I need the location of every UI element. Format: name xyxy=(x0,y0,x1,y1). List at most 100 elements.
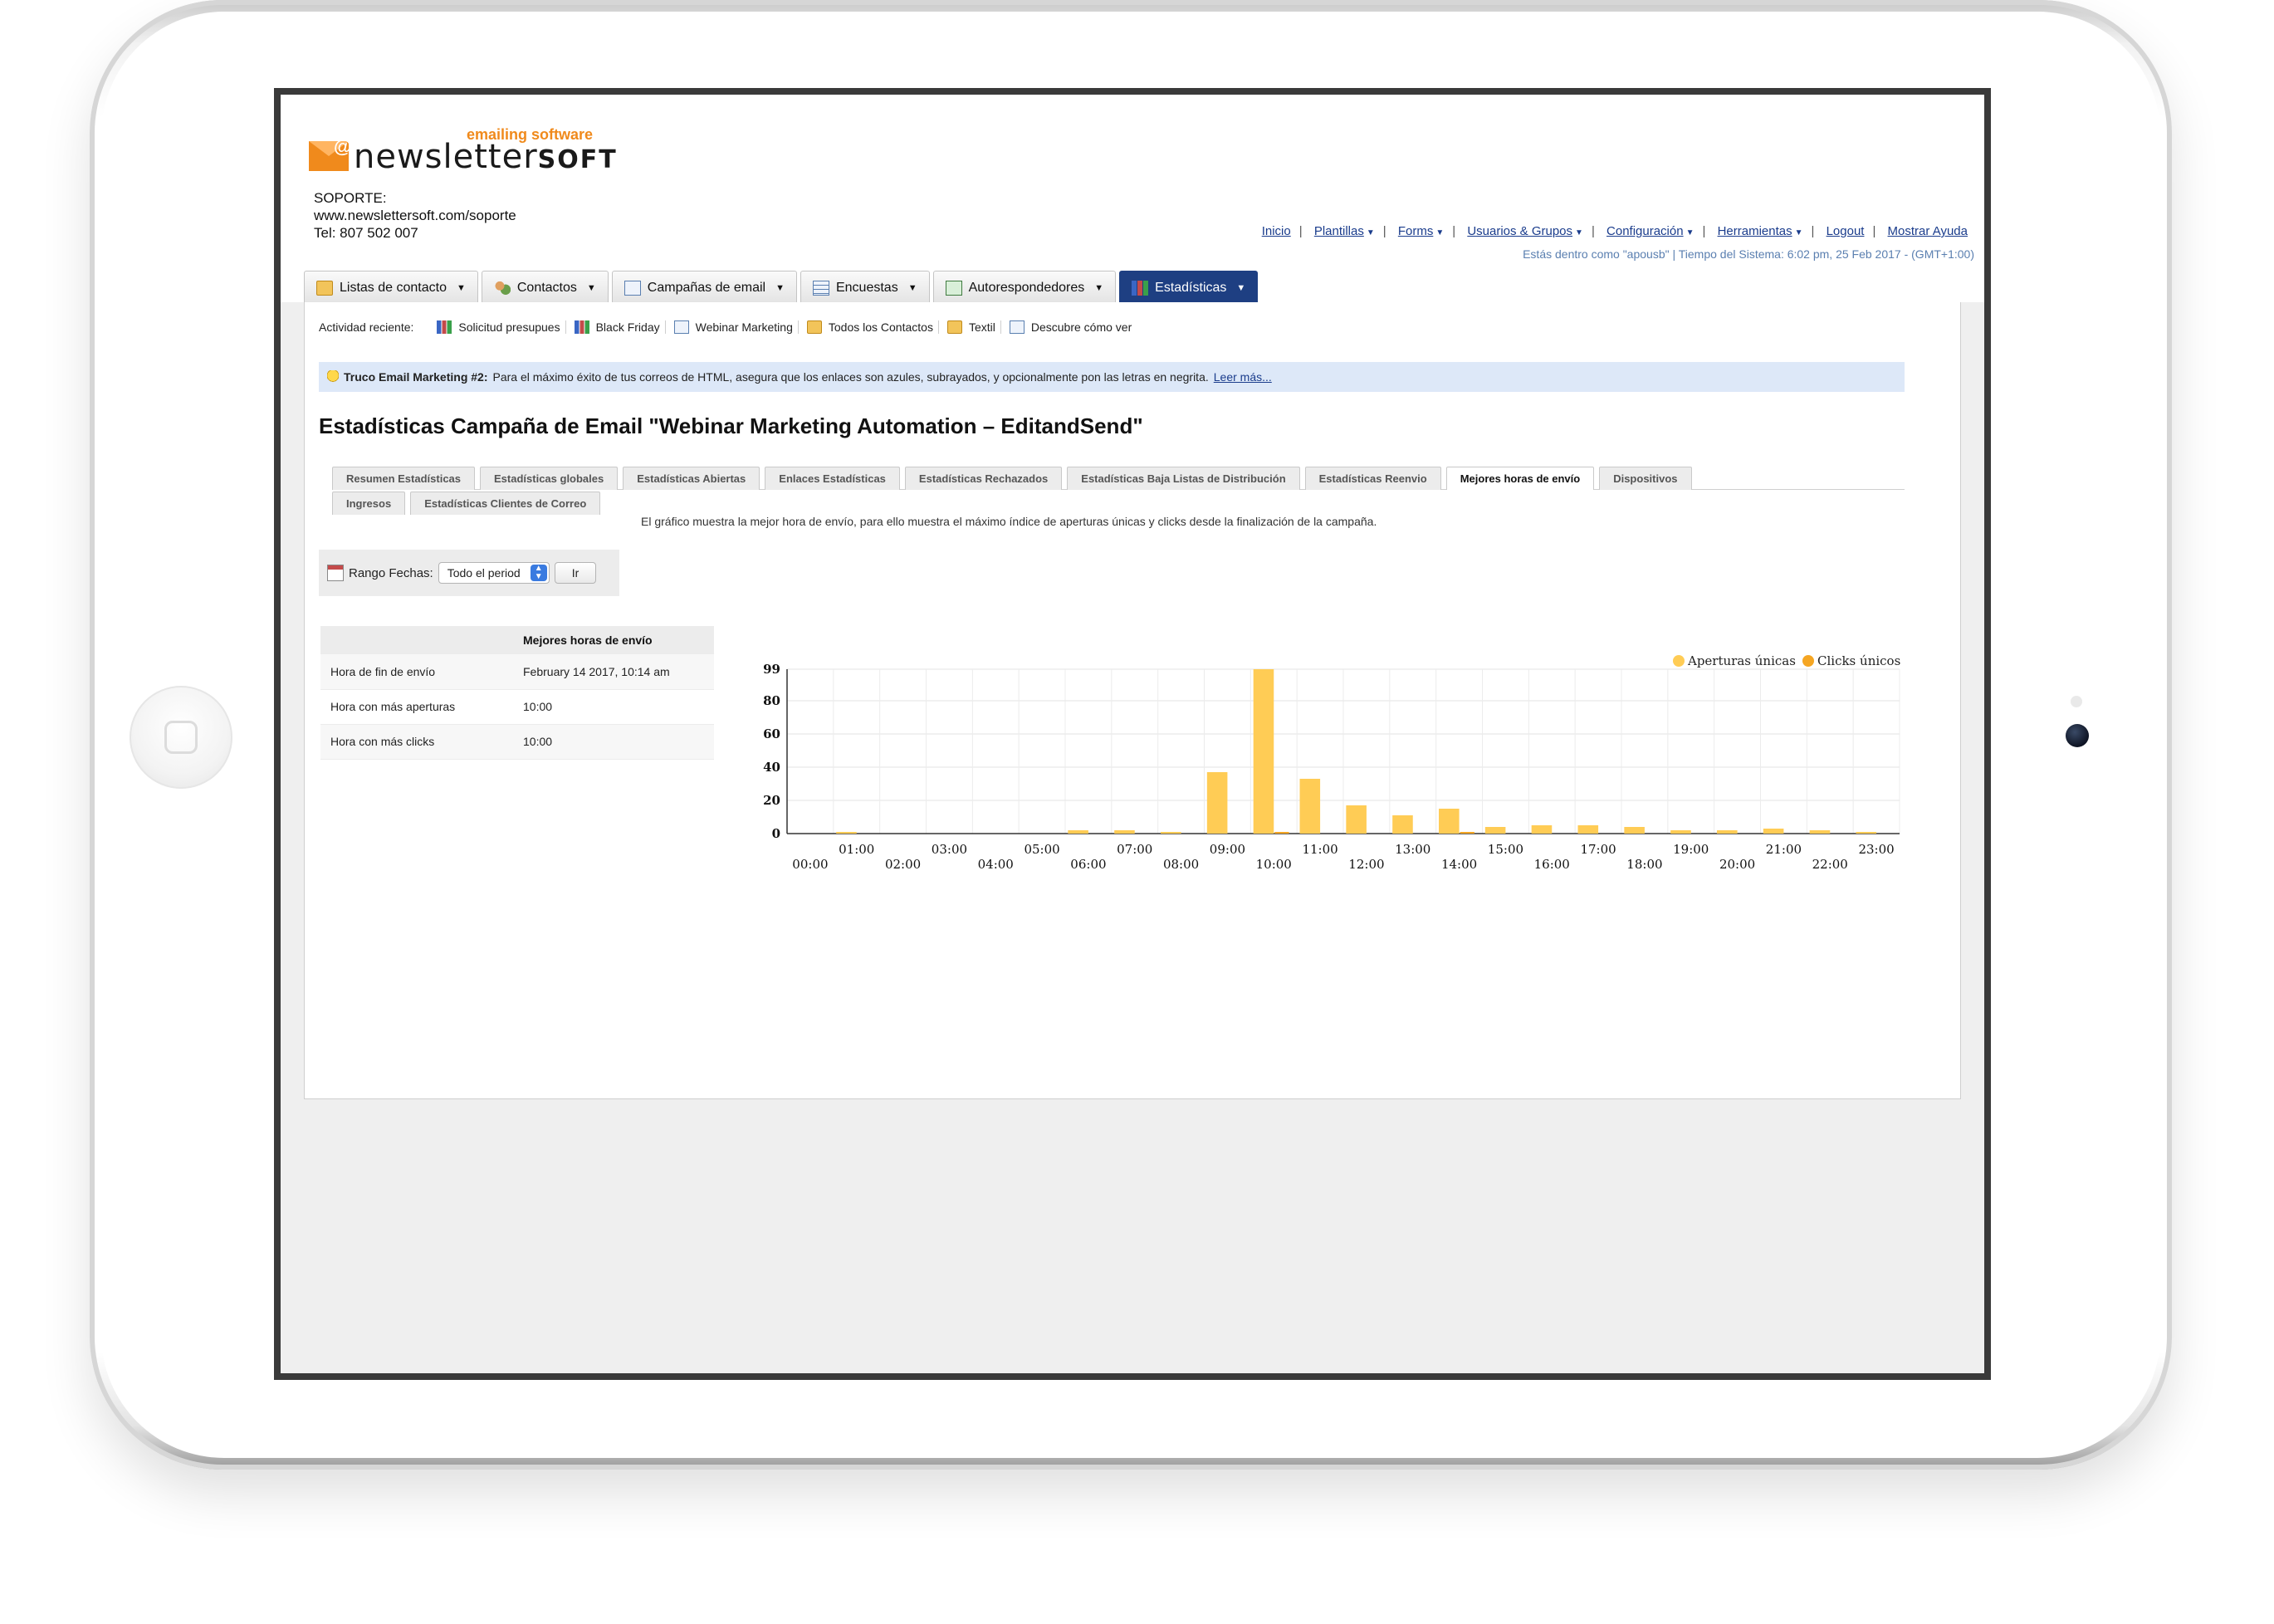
link-mostrar-ayuda[interactable]: Mostrar Ayuda xyxy=(1888,224,1968,238)
date-range-label: Rango Fechas: xyxy=(349,565,433,580)
chevron-down-icon: ▼ xyxy=(775,282,785,293)
camera-lens xyxy=(2066,724,2089,747)
y-tick-label: 20 xyxy=(763,793,780,808)
table-row: Hora de fin de envío February 14 2017, 1… xyxy=(320,654,714,690)
recent-item[interactable]: Todos los Contactos xyxy=(806,320,939,334)
stats-tabs: Resumen Estadísticas Estadísticas global… xyxy=(332,467,1905,515)
calendar-icon xyxy=(327,565,344,581)
stats-tabs-row: Resumen Estadísticas Estadísticas global… xyxy=(332,467,1905,490)
tab-estadisticas-clientes-de-correo[interactable]: Estadísticas Clientes de Correo xyxy=(410,492,601,515)
chevron-down-icon: ▼ xyxy=(1794,228,1803,237)
support-url[interactable]: www.newslettersoft.com/soporte xyxy=(314,207,516,224)
best-hours-bar-chart: 0 20 40 60 80 99 00:00 01:00 02:00 03:00 04:00 05:0… xyxy=(763,653,1900,872)
bar-aperturas-unicas xyxy=(1484,827,1506,834)
tab-resumen-estadisticas[interactable]: Resumen Estadísticas xyxy=(332,467,476,490)
tab-autorespondedores[interactable]: Autorespondedores ▼ xyxy=(932,271,1117,304)
bar-aperturas-unicas xyxy=(1299,779,1321,834)
link-inicio[interactable]: Inicio xyxy=(1262,224,1291,238)
link-configuracion[interactable]: Configuración xyxy=(1606,224,1684,238)
bar-aperturas-unicas xyxy=(1439,809,1460,834)
table-header: Mejores horas de envío xyxy=(513,626,714,654)
x-tick-label: 09:00 xyxy=(1210,842,1245,857)
tab-label: Campañas de email xyxy=(647,280,766,295)
recent-item-label: Descubre cómo ver xyxy=(1030,320,1132,334)
home-button[interactable] xyxy=(130,686,232,789)
recent-item-label: Webinar Marketing xyxy=(695,320,793,334)
tab-dispositivos[interactable]: Dispositivos xyxy=(1599,467,1692,490)
chart-description: El gráfico muestra la mejor hora de enví… xyxy=(641,515,1377,528)
x-tick-label: 06:00 xyxy=(1070,857,1106,872)
recent-item[interactable]: Solicitud presupues xyxy=(437,320,566,334)
tab-estadisticas-reenvio[interactable]: Estadísticas Reenvio xyxy=(1304,467,1441,490)
date-range-select[interactable]: Todo el period ▲ ▼ xyxy=(438,562,550,584)
x-tick-label: 11:00 xyxy=(1302,842,1338,857)
tab-label: Autorespondedores xyxy=(968,280,1085,295)
recent-item[interactable]: Black Friday xyxy=(574,320,666,334)
x-tick-label: 22:00 xyxy=(1812,857,1848,872)
link-logout[interactable]: Logout xyxy=(1827,224,1865,238)
tab-label: Listas de contacto xyxy=(340,280,447,295)
tablet-screen: emailing software @ newsletterSOFT SOPOR… xyxy=(274,88,1991,1380)
bar-chart-icon xyxy=(574,320,589,334)
legend-label-aperturas: Aperturas únicas xyxy=(1687,653,1796,668)
link-forms[interactable]: Forms xyxy=(1398,224,1434,238)
tab-estadisticas-abiertas[interactable]: Estadísticas Abiertas xyxy=(623,467,760,490)
row-label: Hora con más clicks xyxy=(320,724,513,760)
tab-estadisticas[interactable]: Estadísticas ▼ xyxy=(1119,271,1259,304)
folder-icon xyxy=(806,320,822,334)
tab-estadisticas-globales[interactable]: Estadísticas globales xyxy=(480,467,619,490)
chevron-down-icon: ▼ xyxy=(907,282,917,293)
table-row: Hora con más clicks 10:00 xyxy=(320,724,714,760)
x-tick-label: 02:00 xyxy=(885,857,921,872)
bar-aperturas-unicas xyxy=(1624,827,1645,834)
tab-encuestas[interactable]: Encuestas ▼ xyxy=(800,271,930,304)
tab-enlaces-estadisticas[interactable]: Enlaces Estadísticas xyxy=(765,467,900,490)
newslettersoft-logo[interactable]: emailing software @ newsletterSOFT xyxy=(309,126,616,184)
tab-label: Estadísticas xyxy=(1155,280,1227,295)
x-tick-label: 00:00 xyxy=(792,857,828,872)
tab-listas-de-contacto[interactable]: Listas de contacto ▼ xyxy=(304,271,478,304)
x-tick-label: 01:00 xyxy=(839,842,874,857)
recent-item-label: Solicitud presupues xyxy=(458,320,560,334)
x-tick-label: 19:00 xyxy=(1673,842,1709,857)
y-tick-label: 40 xyxy=(763,760,780,775)
link-herramientas[interactable]: Herramientas xyxy=(1718,224,1792,238)
tip-read-more-link[interactable]: Leer más... xyxy=(1214,370,1272,384)
site-header: emailing software @ newsletterSOFT SOPOR… xyxy=(281,95,1984,304)
lightbulb-icon xyxy=(327,370,339,384)
legend-label-clicks: Clicks únicos xyxy=(1817,653,1900,668)
tab-contactos[interactable]: Contactos ▼ xyxy=(481,271,609,304)
row-label: Hora con más aperturas xyxy=(320,689,513,725)
go-button[interactable]: Ir xyxy=(554,562,597,584)
x-tick-label: 21:00 xyxy=(1766,842,1802,857)
x-tick-label: 18:00 xyxy=(1626,857,1662,872)
tab-ingresos[interactable]: Ingresos xyxy=(332,492,406,515)
tab-label: Contactos xyxy=(516,280,577,295)
x-tick-label: 20:00 xyxy=(1719,857,1755,872)
recent-item-label: Textil xyxy=(968,320,995,334)
people-icon xyxy=(493,280,511,296)
x-tick-label: 10:00 xyxy=(1256,857,1292,872)
recent-item[interactable]: Textil xyxy=(946,320,1001,334)
x-tick-label: 15:00 xyxy=(1488,842,1523,857)
row-value: February 14 2017, 10:14 am xyxy=(513,654,714,690)
tab-mejores-horas-de-envio[interactable]: Mejores horas de envío xyxy=(1445,467,1595,490)
chevron-down-icon: ▼ xyxy=(1094,282,1104,293)
link-usuarios-grupos[interactable]: Usuarios & Grupos xyxy=(1467,224,1572,238)
tab-campanas-de-email[interactable]: Campañas de email ▼ xyxy=(611,271,797,304)
recent-item-label: Black Friday xyxy=(595,320,660,334)
date-range-filter: Rango Fechas: Todo el period ▲ ▼ Ir xyxy=(319,550,619,596)
x-tick-label: 04:00 xyxy=(978,857,1014,872)
best-hours-summary-table: Mejores horas de envío Hora de fin de en… xyxy=(320,626,714,760)
bar-clicks-unicos xyxy=(1274,832,1289,834)
tab-estadisticas-baja-listas[interactable]: Estadísticas Baja Listas de Distribución xyxy=(1067,467,1300,490)
chevron-down-icon: ▼ xyxy=(1366,228,1375,237)
chevron-down-icon: ▼ xyxy=(1236,282,1246,293)
link-plantillas[interactable]: Plantillas xyxy=(1314,224,1364,238)
recent-item[interactable]: Webinar Marketing xyxy=(673,320,799,334)
tab-label: Encuestas xyxy=(835,280,898,295)
chevron-down-icon: ▼ xyxy=(456,282,466,293)
tab-estadisticas-rechazados[interactable]: Estadísticas Rechazados xyxy=(904,467,1063,490)
y-tick-label: 99 xyxy=(763,662,780,677)
recent-item[interactable]: Descubre cómo ver xyxy=(1009,320,1137,334)
